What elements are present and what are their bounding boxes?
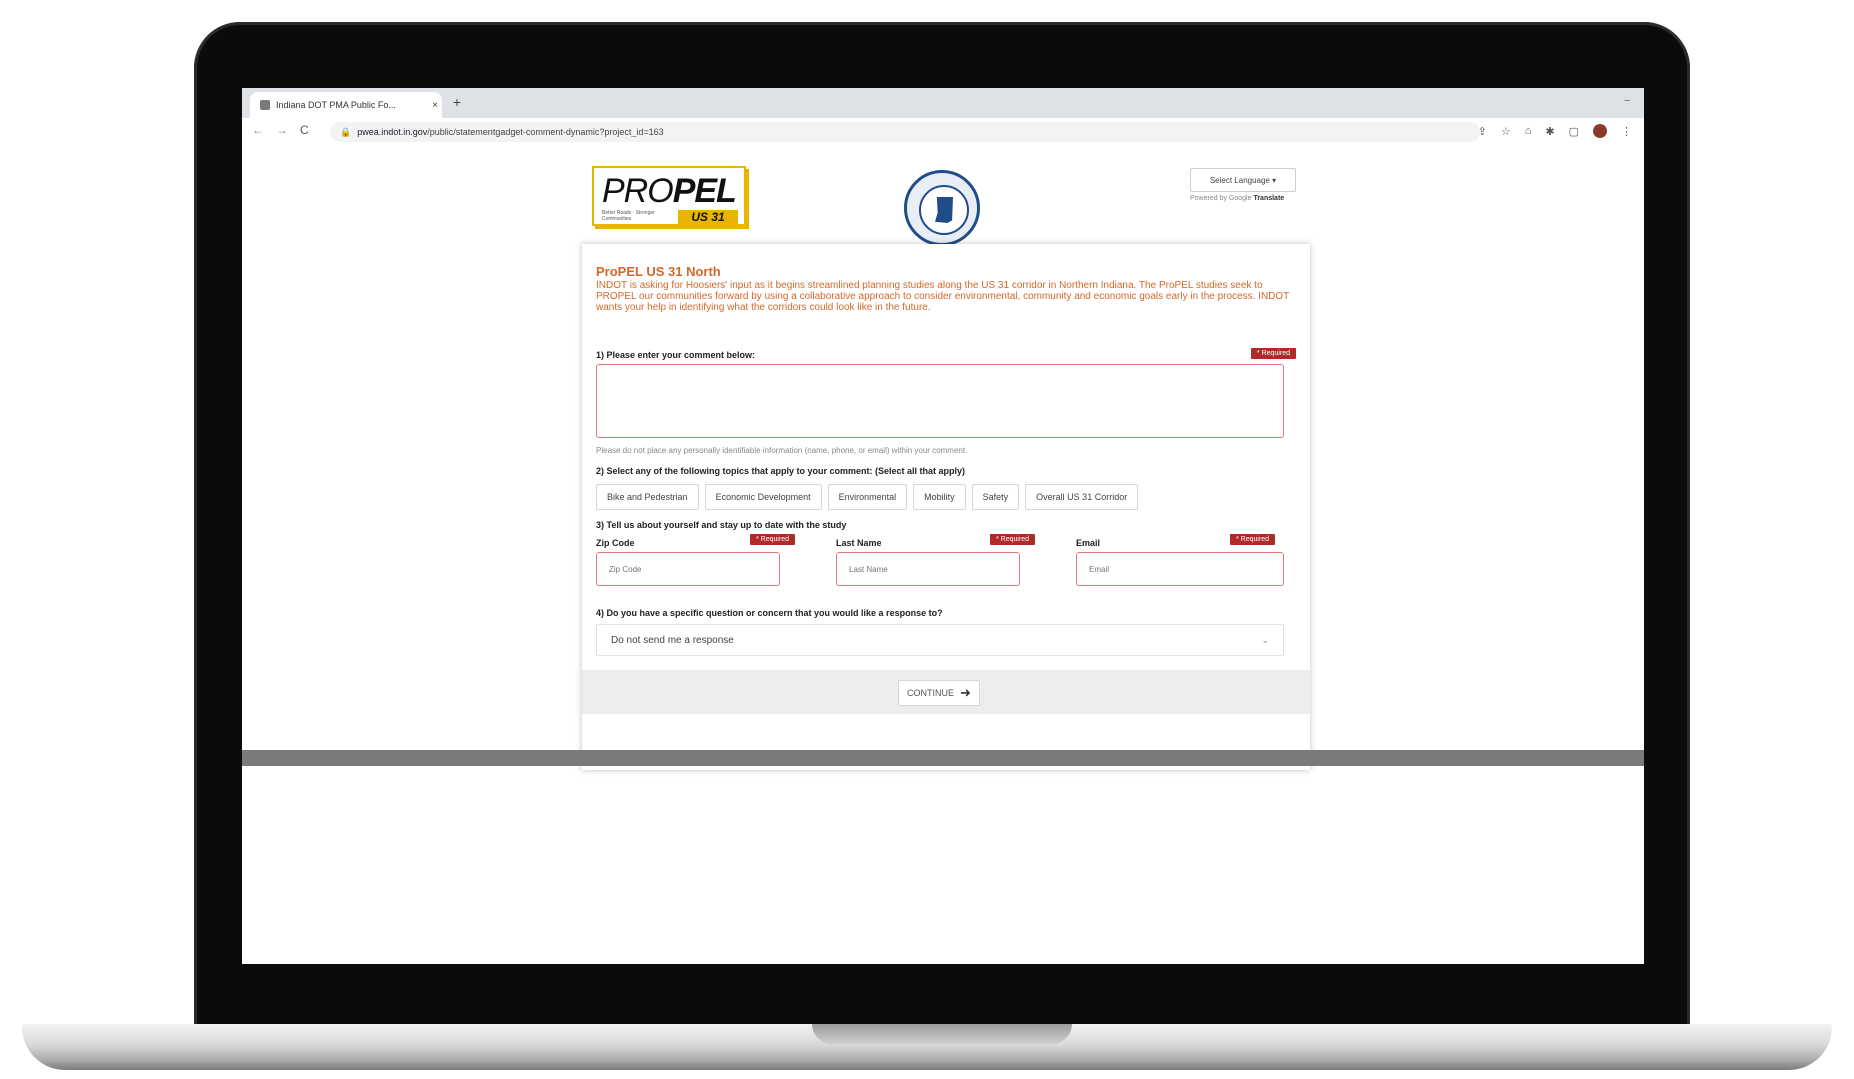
response-select[interactable]: Do not send me a response ⌄	[596, 624, 1284, 656]
forward-icon[interactable]: →	[276, 123, 288, 137]
last-name-input[interactable]	[837, 553, 1019, 585]
reload-icon[interactable]: C	[300, 123, 309, 137]
browser-tab[interactable]: Indiana DOT PMA Public Fo... ×	[250, 92, 442, 118]
email-field[interactable]	[1076, 552, 1284, 586]
zip-field[interactable]	[596, 552, 780, 586]
q4-label: 4) Do you have a specific question or co…	[596, 608, 943, 618]
seal-inner	[919, 185, 969, 235]
tab-bar: Indiana DOT PMA Public Fo... × + –	[242, 88, 1644, 118]
q3-label: 3) Tell us about yourself and stay up to…	[596, 520, 847, 530]
topic-environmental[interactable]: Environmental	[827, 484, 908, 510]
sidebar-icon[interactable]: ▢	[1569, 125, 1579, 138]
profile-avatar[interactable]	[1593, 124, 1607, 138]
language-select[interactable]: Select Language ▾	[1190, 168, 1296, 192]
back-icon[interactable]: ←	[252, 123, 264, 137]
comment-hint: Please do not place any personally ident…	[596, 446, 968, 455]
form-description: INDOT is asking for Hoosiers' input as i…	[596, 280, 1290, 313]
url-text: pwea.indot.in.gov/public/statementgadget…	[357, 127, 664, 137]
web-page: PROPEL Better Roads · Stronger Communiti…	[242, 146, 1644, 964]
logo-wordmark: PROPEL	[602, 172, 737, 210]
response-select-value: Do not send me a response	[611, 634, 734, 646]
email-label: Email	[1076, 538, 1101, 548]
toolbar-icons: ⇪ ☆ ⌂ ✱ ▢ ⋮	[1478, 124, 1632, 138]
topic-bike-pedestrian[interactable]: Bike and Pedestrian	[596, 484, 699, 510]
puzzle-icon[interactable]: ✱	[1545, 125, 1554, 138]
last-name-field[interactable]	[836, 552, 1020, 586]
topic-economic-development[interactable]: Economic Development	[704, 484, 822, 510]
topic-overall-corridor[interactable]: Overall US 31 Corridor	[1025, 484, 1139, 510]
email-input[interactable]	[1077, 553, 1283, 585]
lock-icon: 🔒	[340, 126, 352, 137]
topic-mobility[interactable]: Mobility	[913, 484, 966, 510]
laptop-notch	[812, 1024, 1072, 1044]
form-footer: CONTINUE ➜	[582, 670, 1310, 714]
new-tab-button[interactable]: +	[448, 94, 466, 110]
topic-buttons: Bike and Pedestrian Economic Development…	[596, 484, 1139, 510]
share-icon[interactable]: ⇪	[1478, 125, 1487, 138]
last-name-label: Last Name	[836, 538, 882, 548]
continue-button[interactable]: CONTINUE ➜	[898, 680, 980, 706]
indiana-seal-icon	[904, 170, 980, 246]
page-divider	[242, 750, 1644, 766]
logo-badge: US 31	[678, 210, 738, 224]
bookmark-star-icon[interactable]: ☆	[1501, 125, 1511, 138]
menu-kebab-icon[interactable]: ⋮	[1621, 125, 1632, 138]
zip-required-badge: * Required	[750, 534, 796, 545]
arrow-right-icon: ➜	[960, 685, 971, 700]
email-required-badge: * Required	[1230, 534, 1276, 545]
q2-label: 2) Select any of the following topics th…	[596, 466, 966, 476]
favicon-icon	[260, 100, 270, 110]
zip-input[interactable]	[597, 553, 779, 585]
minimize-icon[interactable]: –	[1624, 95, 1630, 106]
powered-by-google: Powered by Google Translate	[1190, 195, 1285, 202]
extension-icon[interactable]: ⌂	[1525, 125, 1532, 137]
tab-title: Indiana DOT PMA Public Fo...	[276, 100, 396, 110]
q1-label: 1) Please enter your comment below:	[596, 350, 756, 360]
form-title: ProPEL US 31 North	[596, 264, 721, 279]
browser-toolbar: ← → C 🔒 pwea.indot.in.gov/public/stateme…	[242, 118, 1644, 147]
comment-form: ProPEL US 31 North INDOT is asking for H…	[582, 244, 1310, 770]
chevron-down-icon: ⌄	[1261, 634, 1269, 645]
indiana-state-icon	[935, 197, 953, 223]
q1-required-badge: * Required	[1250, 348, 1296, 359]
topic-safety[interactable]: Safety	[971, 484, 1020, 510]
logo-tagline: Better Roads · Stronger Communities	[602, 210, 655, 222]
address-bar[interactable]: 🔒 pwea.indot.in.gov/public/statementgadg…	[330, 122, 1480, 142]
zip-label: Zip Code	[596, 538, 635, 548]
browser-window: Indiana DOT PMA Public Fo... × + – ← → C…	[242, 88, 1644, 964]
comment-textarea[interactable]	[596, 364, 1284, 438]
continue-label: CONTINUE	[907, 688, 955, 698]
close-tab-icon[interactable]: ×	[428, 100, 442, 111]
propel-logo: PROPEL Better Roads · Stronger Communiti…	[592, 166, 746, 226]
last-name-required-badge: * Required	[990, 534, 1036, 545]
